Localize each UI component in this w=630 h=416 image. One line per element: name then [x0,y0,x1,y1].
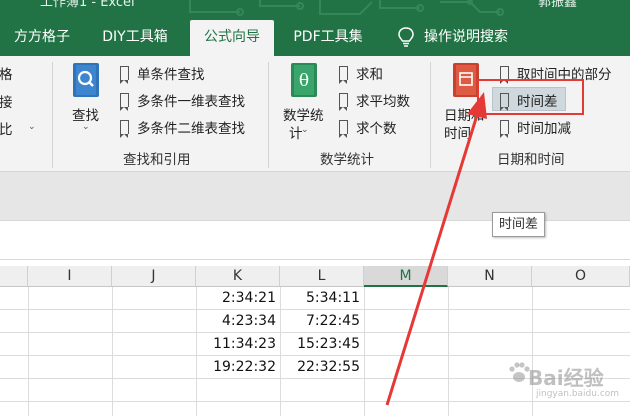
grid-line [112,287,113,416]
tab-diy-toolbox[interactable]: DIY工具箱 [90,20,180,56]
grid-line [28,287,29,416]
bookmark-icon [339,66,348,84]
bookmark-icon [339,93,348,111]
magnifier-book-icon [73,63,99,97]
sum-item-label: 求和 [356,67,383,83]
column-header-l[interactable]: L [280,266,364,287]
lightbulb-icon[interactable] [397,26,415,48]
cell-l4[interactable]: 22:32:55 [280,356,364,378]
window-title: 工作簿1 - Excel [40,0,135,10]
cell-k2[interactable]: 4:23:34 [196,310,280,332]
average-item-label: 求平均数 [356,94,410,110]
bookmark-icon [120,66,129,84]
watermark-url: jingyan.baidu.com [536,389,620,399]
group-divider [430,62,431,168]
tab-fangfang[interactable]: 方方格子 [2,20,82,56]
grid-line [448,287,449,416]
group-divider [268,62,269,168]
column-header-m[interactable]: M [364,266,448,287]
highlight-box [477,79,584,115]
tab-pdf-tools[interactable]: PDF工具集 [282,20,374,56]
multi-condition-1d-lookup-label: 多条件一维表查找 [137,94,245,110]
bookmark-icon [120,93,129,111]
single-condition-lookup-label: 单条件查找 [137,67,205,83]
multi-condition-2d-lookup-label: 多条件二维表查找 [137,121,245,137]
theta-book-icon: θ [291,63,317,97]
cell-k3[interactable]: 11:34:23 [196,333,280,355]
lookup-group-label: 查找和引用 [123,152,191,168]
chevron-down-icon: ⌄ [301,125,309,135]
column-header-k[interactable]: K [196,266,280,287]
partial-item-1[interactable]: 格 [0,63,13,83]
datetime-group-label: 日期和时间 [497,152,565,168]
lookup-button-label: 查找 [72,108,99,124]
svg-text:θ: θ [299,71,309,91]
column-header-j[interactable]: J [112,266,196,287]
row-header-corner[interactable] [0,266,28,287]
chevron-down-icon: ⌄ [28,122,36,132]
time-add-subtract-label: 时间加减 [517,121,571,137]
count-item-label: 求个数 [356,121,397,137]
grid-line [0,401,630,402]
cell-k1[interactable]: 2:34:21 [196,287,280,309]
cell-l2[interactable]: 7:22:45 [280,310,364,332]
datetime-button-label-line2: 时间 [444,126,471,142]
grid-line [532,287,533,416]
bookmark-icon [500,120,509,138]
column-header-i[interactable]: I [28,266,112,287]
bookmark-icon [120,120,129,138]
bookmark-icon [500,66,509,84]
title-bar: 工作簿1 - Excel 郭振鑫 方方格子 DIY工具箱 公式向导 PDF工具集… [0,0,630,56]
math-button-label-line1: 数学统 [283,108,324,124]
math-group-label: 数学统计 [320,152,374,168]
user-name[interactable]: 郭振鑫 [538,0,577,10]
tooltip: 时间差 [492,212,545,237]
cell-l1[interactable]: 5:34:11 [280,287,364,309]
partial-item-3[interactable]: 比 [0,118,13,138]
group-divider [52,62,53,168]
partial-item-2[interactable]: 接 [0,91,13,111]
column-header-n[interactable]: N [448,266,532,287]
tab-formula-wizard[interactable]: 公式向导 [190,20,274,56]
cell-k4[interactable]: 19:22:32 [196,356,280,378]
chevron-down-icon: ⌄ [82,122,90,132]
bookmark-icon [339,120,348,138]
cell-l3[interactable]: 15:23:45 [280,333,364,355]
column-header-o[interactable]: O [532,266,630,287]
watermark-brand: Bai经验 [528,366,604,390]
tab-search-help[interactable]: 操作说明搜索 [424,20,524,56]
grid-line [364,287,365,416]
